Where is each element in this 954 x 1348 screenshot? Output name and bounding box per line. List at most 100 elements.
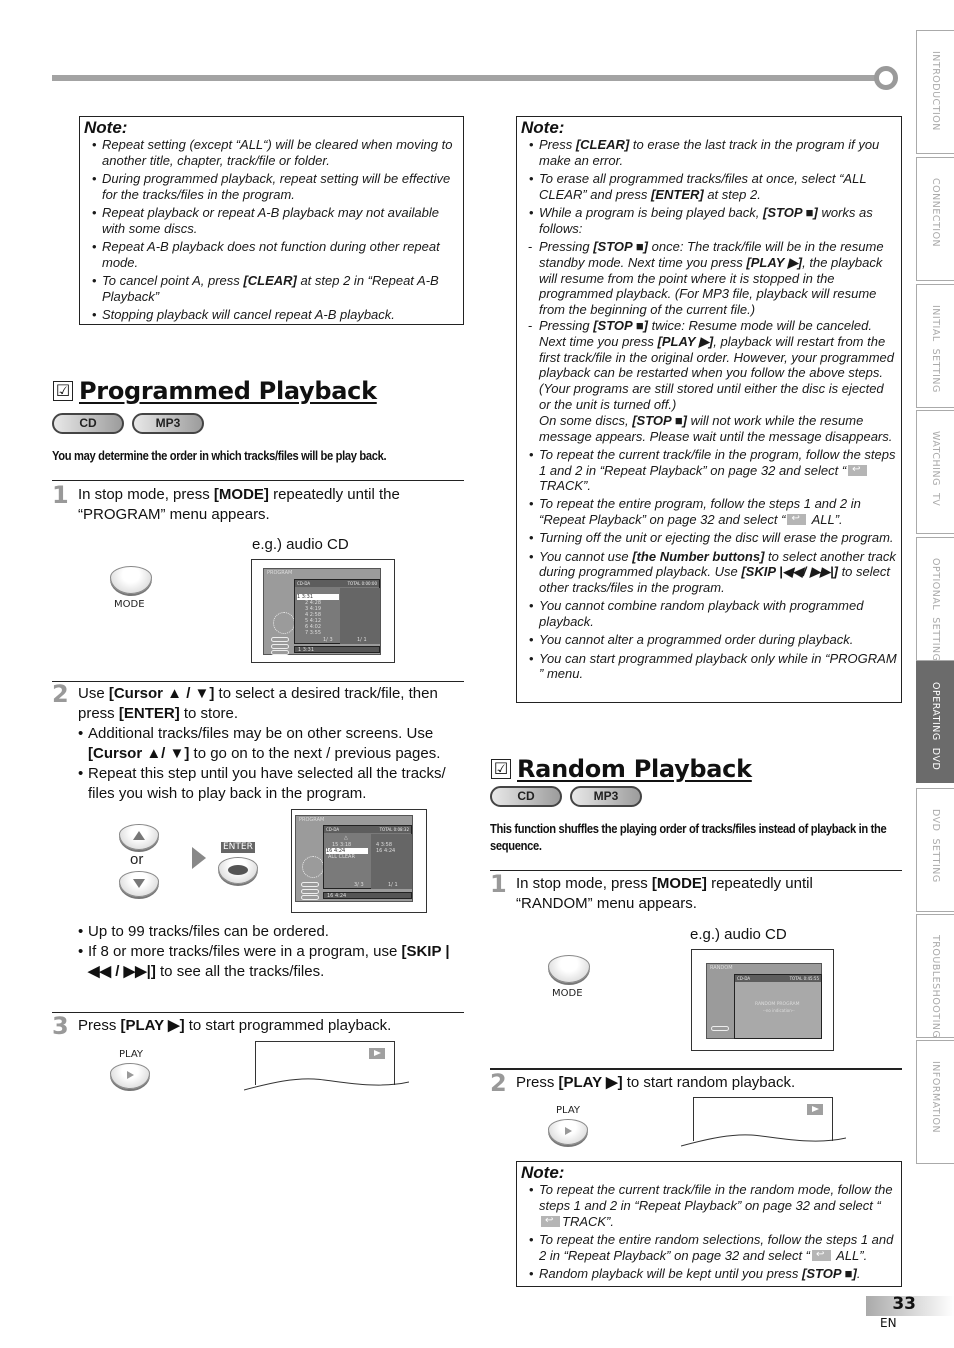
osd-play-icon	[271, 644, 289, 649]
osd-clear-icon	[271, 650, 289, 655]
repeat-icon	[787, 511, 807, 527]
random-menu-screenshot: RANDOM CD-DA TOTAL 0:45:55 RANDOM PROGRAM…	[691, 949, 834, 1051]
note-item: While a program is being played back, [S…	[521, 205, 897, 237]
checkbox-icon: ☑	[53, 381, 73, 401]
play-button-label: PLAY	[119, 1049, 144, 1060]
tab-information[interactable]: INFORMATION	[916, 1040, 954, 1164]
note-random-box: Note: To repeat the current track/file i…	[516, 1161, 902, 1287]
note-item: To repeat the current track/file in the …	[521, 1182, 897, 1229]
header-ring-ornament	[874, 66, 898, 90]
dpad-icon	[273, 612, 295, 634]
play-icon	[565, 1127, 572, 1135]
page-number-bar: 33	[866, 1294, 954, 1316]
note-repeat-box: Note: Repeat setting (except “ALL“) will…	[79, 116, 464, 325]
note-subitem: Pressing [STOP ■] once: The track/file w…	[521, 239, 897, 318]
note-item: You cannot alter a programmed order duri…	[521, 632, 897, 648]
torn-edge	[244, 1078, 409, 1091]
torn-edge	[681, 1134, 846, 1147]
tab-troubleshooting[interactable]: TROUBLESHOOTING	[916, 914, 954, 1038]
osd-window: RANDOM CD-DA TOTAL 0:45:55 RANDOM PROGRAM…	[706, 963, 822, 1039]
note-item: You can start programmed playback only w…	[521, 651, 897, 683]
random-step-2: 2 Press [PLAY ▶] to start random playbac…	[490, 1069, 902, 1097]
section-title: Random Playback	[517, 755, 752, 783]
osd-track-panel: CD-DA TOTAL 0:00:00 1 3:31 2 4:28 3 4:19 …	[294, 579, 380, 644]
step-bullet: Up to 99 tracks/files can be ordered.	[78, 922, 468, 942]
play-indicator-icon	[807, 1104, 823, 1115]
tab-optional-setting[interactable]: OPTIONAL SETTING	[916, 537, 954, 661]
step-text: Press [PLAY ▶] to start random playback.	[516, 1074, 796, 1091]
page-language: EN	[880, 1316, 897, 1330]
mode-button-label: MODE	[552, 988, 583, 999]
note-title: Note:	[521, 1163, 565, 1182]
note-item: Turning off the unit or ejecting the dis…	[521, 530, 897, 546]
step-divider	[490, 1068, 902, 1070]
step-number: 3	[52, 1012, 69, 1040]
note-item: To cancel point A, press [CLEAR] at step…	[84, 273, 459, 305]
tab-watching-tv[interactable]: WATCHING TV	[916, 410, 954, 534]
programmed-step-1: 1 In stop mode, press [MODE] repeatedly …	[52, 481, 464, 530]
step-number: 1	[490, 870, 507, 898]
repeat-icon	[812, 1247, 832, 1262]
tab-dvd-setting[interactable]: DVD SETTING	[916, 788, 954, 912]
note-item: Press [CLEAR] to erase the last track in…	[521, 137, 897, 169]
note-item: To repeat the current track/file in the …	[521, 447, 897, 494]
media-badge-cd: CD	[52, 413, 124, 434]
down-arrow-icon	[133, 879, 145, 888]
note-item: To repeat the entire program, follow the…	[521, 496, 897, 528]
random-playback-heading: ☑ Random Playback	[491, 755, 752, 783]
enter-badge: ENTER	[221, 842, 255, 853]
header-rule	[52, 75, 882, 81]
step-bullet: If 8 or more tracks/files were in a prog…	[78, 942, 468, 982]
enter-button-dot	[228, 865, 248, 875]
random-lead: This function shuffles the playing order…	[490, 821, 887, 853]
osd-window: PROGRAM CD-DA TOTAL 0:08:32 △ 15 3:18 16 …	[295, 815, 413, 902]
note-item: Repeat setting (except “ALL“) will be cl…	[84, 137, 459, 169]
step-number: 2	[52, 680, 69, 708]
osd-all-clear: ALL CLEAR	[328, 854, 355, 860]
mode-button-illustration	[110, 566, 152, 594]
note-title: Note:	[521, 118, 565, 137]
note-subitem: Pressing [STOP ■] twice: Resume mode wil…	[521, 318, 897, 413]
media-badges: CD MP3	[490, 786, 642, 807]
note-item: You cannot combine random playback with …	[521, 598, 897, 630]
step-bullet: Repeat this step until you have selected…	[78, 764, 468, 804]
checkbox-icon: ☑	[491, 759, 511, 779]
osd-program-row: 16 4:24	[376, 848, 396, 854]
programmed-lead: You may determine the order in which tra…	[52, 448, 387, 463]
play-icon	[127, 1071, 134, 1079]
step-bullet: Additional tracks/files may be on other …	[78, 724, 468, 764]
tab-initial-setting[interactable]: INITIAL SETTING	[916, 284, 954, 408]
step-text: Use [Cursor ▲ / ▼] to select a desired t…	[78, 685, 438, 722]
or-label: or	[130, 851, 144, 868]
step-divider	[52, 681, 464, 682]
step-divider	[490, 870, 902, 871]
tab-introduction[interactable]: INTRODUCTION	[916, 30, 954, 154]
tab-operating-dvd[interactable]: OPERATING DVD	[916, 661, 954, 783]
programmed-step-3: 3 Press [PLAY ▶] to start programmed pla…	[52, 1012, 464, 1040]
tab-connection[interactable]: CONNECTION	[916, 157, 954, 281]
note-item: Repeat A-B playback does not function du…	[84, 239, 459, 271]
note-item: To repeat the entire random selections, …	[521, 1232, 897, 1264]
osd-play-icon	[711, 1026, 729, 1031]
step-divider	[52, 1012, 464, 1013]
section-title: Programmed Playback	[79, 377, 377, 405]
repeat-icon	[848, 462, 868, 477]
step-number: 2	[490, 1069, 507, 1097]
media-badge-mp3: MP3	[570, 786, 642, 807]
note-item: Stopping playback will cancel repeat A-B…	[84, 307, 459, 323]
step-number: 1	[52, 481, 69, 509]
random-step-1: 1 In stop mode, press [MODE] repeatedly …	[490, 870, 902, 919]
osd-title: PROGRAM	[267, 570, 293, 576]
media-badge-mp3: MP3	[132, 413, 204, 434]
mode-button-label: MODE	[114, 599, 145, 610]
programmed-playback-heading: ☑ Programmed Playback	[53, 377, 377, 405]
program-select-screenshot: PROGRAM CD-DA TOTAL 0:08:32 △ 15 3:18 16 …	[291, 809, 427, 913]
osd-window: PROGRAM CD-DA TOTAL 0:00:00 1 3:31 2 4:28…	[263, 568, 381, 655]
note-item: Random playback will be kept until you p…	[521, 1266, 897, 1282]
play-button-label: PLAY	[556, 1105, 581, 1116]
media-badge-cd: CD	[490, 786, 562, 807]
osd-enter-icon	[271, 637, 289, 642]
note-item: To erase all programmed tracks/files at …	[521, 171, 897, 203]
note-item: Repeat playback or repeat A-B playback m…	[84, 205, 459, 237]
repeat-icon	[541, 1213, 560, 1228]
